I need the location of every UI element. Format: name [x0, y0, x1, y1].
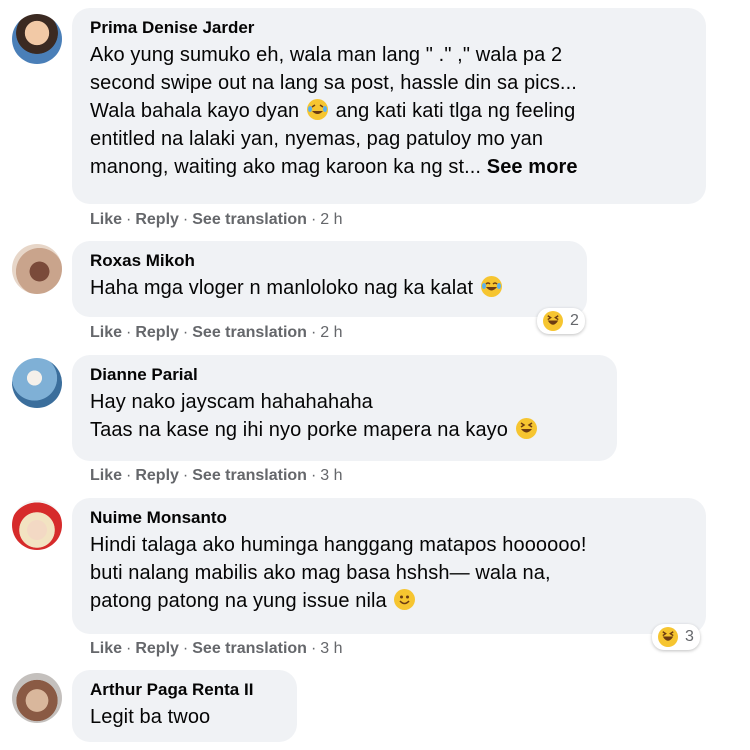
- timestamp[interactable]: 3 h: [320, 467, 342, 484]
- comment-line: entitled na lalaki yan, nyemas, pag patu…: [90, 128, 544, 150]
- separator: ·: [126, 640, 132, 657]
- tears-of-joy-emoji-icon: [480, 276, 502, 297]
- comment-actions: Like · Reply · See translation · 2 h: [90, 323, 343, 343]
- comment-line: Taas na kase ng ihi nyo porke mapera na …: [90, 416, 603, 444]
- comment-bubble: Roxas Mikoh Haha mga vloger n manloloko …: [72, 241, 587, 317]
- comment-line: patong patong na yung issue nila: [90, 587, 692, 615]
- comment-line-text: Wala bahala kayo dyan: [90, 100, 300, 122]
- reaction-count: 3: [685, 628, 694, 645]
- reaction-count: 2: [570, 312, 579, 329]
- separator: ·: [182, 211, 189, 228]
- like-link[interactable]: Like: [90, 211, 122, 228]
- comment-author[interactable]: Prima Denise Jarder: [90, 18, 692, 38]
- comment-line: Hindi talaga ako huminga hanggang matapo…: [90, 534, 587, 556]
- reply-link[interactable]: Reply: [135, 640, 179, 657]
- comment-line-text: Haha mga vloger n manloloko nag ka kalat: [90, 277, 474, 299]
- comment-author[interactable]: Dianne Parial: [90, 365, 603, 385]
- separator: ·: [126, 324, 132, 341]
- comment-line: buti nalang mabilis ako mag basa hshsh— …: [90, 562, 551, 584]
- comment-actions: Like · Reply · See translation · 3 h: [90, 466, 343, 486]
- separator: ·: [182, 640, 189, 657]
- comment-line: Hay nako jayscam hahahahaha: [90, 391, 373, 413]
- rofl-emoji-icon: [306, 99, 328, 120]
- reply-link[interactable]: Reply: [135, 211, 179, 228]
- timestamp[interactable]: 2 h: [320, 211, 342, 228]
- comment-text: Ako yung sumuko eh, wala man lang " ." ,…: [90, 41, 692, 181]
- comment-bubble: Nuime Monsanto Hindi talaga ako huminga …: [72, 498, 706, 634]
- comment-text: Hindi talaga ako huminga hanggang matapo…: [90, 531, 692, 615]
- separator: ·: [310, 640, 317, 657]
- see-translation-link[interactable]: See translation: [192, 467, 307, 484]
- avatar[interactable]: [12, 244, 62, 294]
- comment-line: Wala bahala kayo dyan ang kati kati tlga…: [90, 97, 692, 125]
- avatar[interactable]: [12, 673, 62, 723]
- grinning-squinting-emoji-icon: [515, 418, 537, 439]
- comment-line: second swipe out na lang sa post, hassle…: [90, 72, 577, 94]
- reaction-badge[interactable]: 2: [537, 308, 585, 334]
- comment-line: Ako yung sumuko eh, wala man lang " ." ,…: [90, 44, 563, 66]
- avatar[interactable]: [12, 500, 62, 550]
- like-link[interactable]: Like: [90, 467, 122, 484]
- separator: ·: [310, 324, 317, 341]
- timestamp[interactable]: 2 h: [320, 324, 342, 341]
- separator: ·: [310, 467, 317, 484]
- see-translation-link[interactable]: See translation: [192, 211, 307, 228]
- comment-text: Hay nako jayscam hahahahaha Taas na kase…: [90, 388, 603, 444]
- comment-line-text: ang kati kati tlga ng feeling: [335, 100, 576, 122]
- see-translation-link[interactable]: See translation: [192, 324, 307, 341]
- comment-actions: Like · Reply · See translation · 2 h: [90, 210, 343, 230]
- like-link[interactable]: Like: [90, 640, 122, 657]
- comment-author[interactable]: Nuime Monsanto: [90, 508, 692, 528]
- reply-link[interactable]: Reply: [135, 467, 179, 484]
- comment-line: Legit ba twoo: [90, 706, 211, 728]
- smiling-face-emoji-icon: [394, 589, 416, 610]
- comment-bubble: Arthur Paga Renta II Legit ba twoo: [72, 670, 297, 742]
- comment-bubble: Prima Denise Jarder Ako yung sumuko eh, …: [72, 8, 706, 204]
- comment-actions: Like · Reply · See translation · 3 h: [90, 639, 343, 659]
- haha-reaction-icon: [658, 627, 678, 647]
- comment-line-text: patong patong na yung issue nila: [90, 590, 387, 612]
- like-link[interactable]: Like: [90, 324, 122, 341]
- reaction-badge[interactable]: 3: [652, 624, 700, 650]
- separator: ·: [126, 211, 132, 228]
- separator: ·: [182, 467, 189, 484]
- comment-text: Haha mga vloger n manloloko nag ka kalat: [90, 274, 573, 302]
- timestamp[interactable]: 3 h: [320, 640, 342, 657]
- avatar[interactable]: [12, 14, 62, 64]
- separator: ·: [126, 467, 132, 484]
- avatar[interactable]: [12, 358, 62, 408]
- see-translation-link[interactable]: See translation: [192, 640, 307, 657]
- comment-author[interactable]: Roxas Mikoh: [90, 251, 573, 271]
- comment-line: manong, waiting ako mag karoon ka ng st.…: [90, 153, 692, 181]
- comment-text: Legit ba twoo: [90, 703, 283, 731]
- separator: ·: [182, 324, 189, 341]
- comment-line-text: manong, waiting ako mag karoon ka ng st.…: [90, 156, 482, 178]
- separator: ·: [310, 211, 317, 228]
- see-more-link[interactable]: See more: [487, 156, 578, 178]
- comment-bubble: Dianne Parial Hay nako jayscam hahahahah…: [72, 355, 617, 461]
- comment-line-text: Taas na kase ng ihi nyo porke mapera na …: [90, 419, 508, 441]
- reply-link[interactable]: Reply: [135, 324, 179, 341]
- comment-author[interactable]: Arthur Paga Renta II: [90, 680, 283, 700]
- haha-reaction-icon: [543, 311, 563, 331]
